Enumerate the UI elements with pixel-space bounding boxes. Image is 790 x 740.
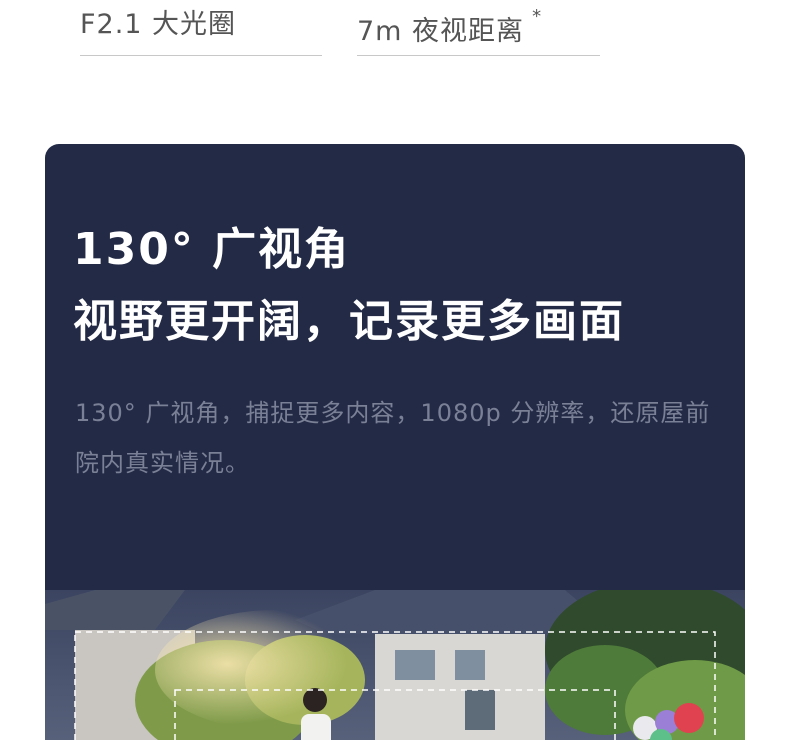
spec-night-vision: 7m 夜视距离 * xyxy=(357,4,600,56)
product-feature-page: F2.1 大光圈 7m 夜视距离 * 130° 广视角 视野更开阔，记录更多画面 … xyxy=(0,0,790,740)
wide-angle-feature-card: 130° 广视角 视野更开阔，记录更多画面 130° 广视角，捕捉更多内容，10… xyxy=(45,144,745,740)
headline-line-1: 130° 广视角 xyxy=(73,224,351,275)
spec-aperture: F2.1 大光圈 xyxy=(80,4,322,56)
headline-line-2: 视野更开阔，记录更多画面 xyxy=(73,296,625,347)
spec-aperture-label: F2.1 大光圈 xyxy=(80,9,237,40)
footnote-mark: * xyxy=(532,6,543,27)
wide-angle-demo-photo xyxy=(45,590,745,740)
demo-photo-illustration xyxy=(45,590,745,740)
feature-description: 130° 广视角，捕捉更多内容，1080p 分辨率，还原屋前院内真实情况。 xyxy=(75,399,711,477)
spec-night-vision-label: 7m 夜视距离 xyxy=(357,16,525,47)
feature-headline: 130° 广视角 视野更开阔，记录更多画面 xyxy=(73,214,733,358)
